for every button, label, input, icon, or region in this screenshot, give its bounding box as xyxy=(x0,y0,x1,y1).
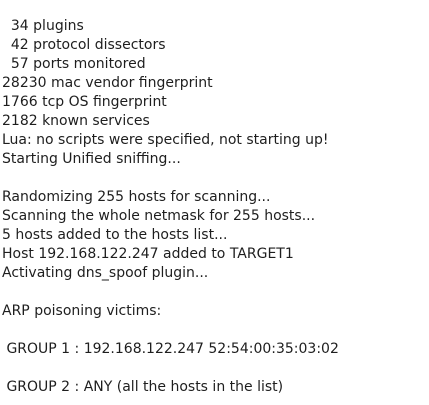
terminal-line: 2182 known services xyxy=(2,113,150,129)
terminal-line: 57 ports monitored xyxy=(2,56,146,72)
terminal-line: 42 protocol dissectors xyxy=(2,37,166,53)
terminal-line: 34 plugins xyxy=(2,18,84,34)
terminal-line: Lua: no scripts were specified, not star… xyxy=(2,132,329,148)
terminal-line: ARP poisoning victims: xyxy=(2,303,162,319)
terminal-line: GROUP 1 : 192.168.122.247 52:54:00:35:03… xyxy=(2,341,339,357)
terminal-line: Activating dns_spoof plugin... xyxy=(2,265,209,281)
terminal-line: GROUP 2 : ANY (all the hosts in the list… xyxy=(2,379,284,395)
terminal-line: Host 192.168.122.247 added to TARGET1 xyxy=(2,246,294,262)
terminal-line: Starting Unified sniffing... xyxy=(2,151,181,167)
terminal-line: Randomizing 255 hosts for scanning... xyxy=(2,189,271,205)
terminal-line: Scanning the whole netmask for 255 hosts… xyxy=(2,208,316,224)
terminal-line: 5 hosts added to the hosts list... xyxy=(2,227,228,243)
terminal-output[interactable]: 34 plugins 42 protocol dissectors 57 por… xyxy=(0,0,429,405)
terminal-line: 1766 tcp OS fingerprint xyxy=(2,94,167,110)
terminal-line: 28230 mac vendor fingerprint xyxy=(2,75,213,91)
